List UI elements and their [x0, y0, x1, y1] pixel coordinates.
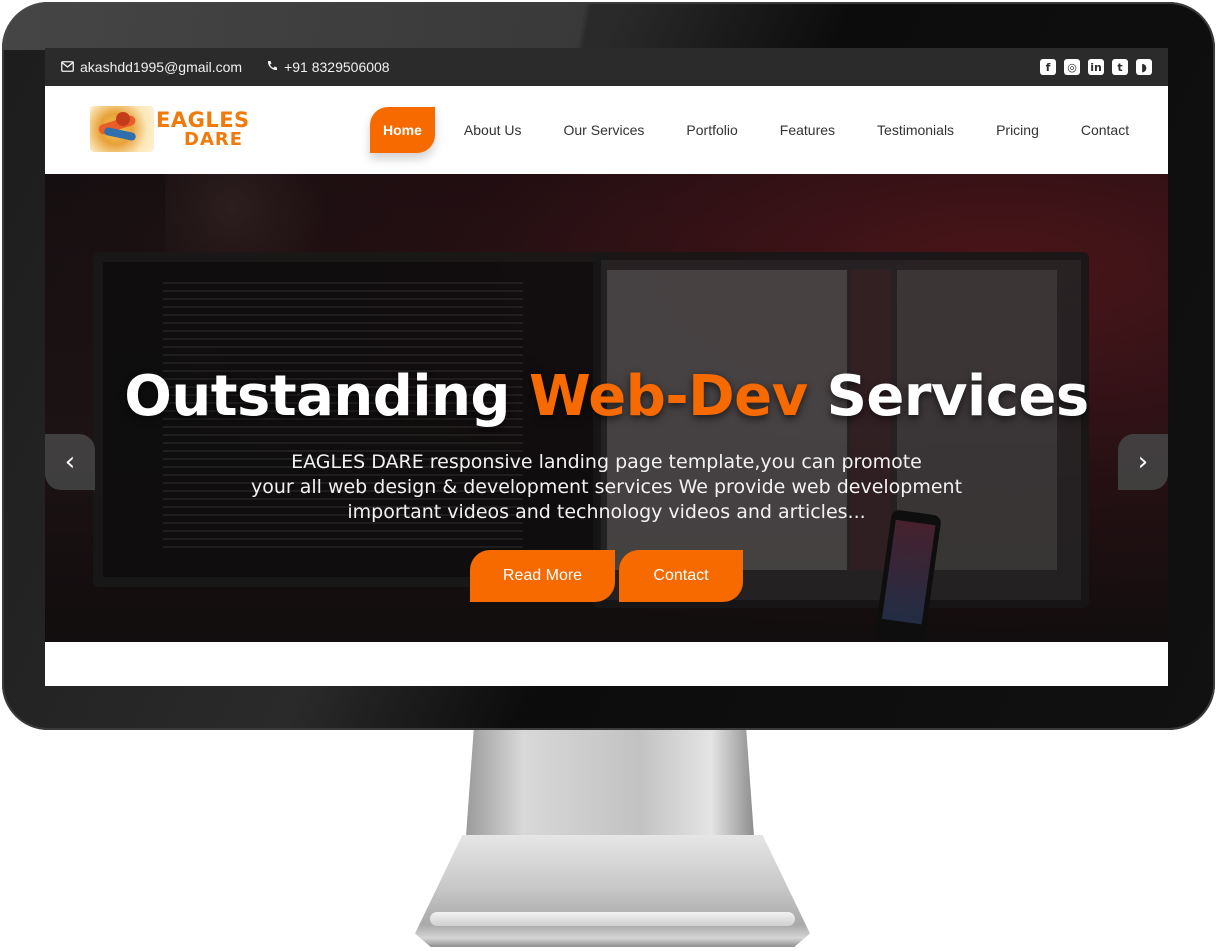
monitor-stand-neck [465, 730, 755, 850]
nav-item-contact[interactable]: Contact [1060, 107, 1150, 153]
site-logo[interactable]: EAGLES DARE [90, 106, 250, 152]
facebook-icon[interactable]: f [1040, 59, 1056, 75]
hero-title-post: Services [807, 364, 1090, 429]
eagle-logo-icon [90, 106, 154, 152]
slider-next-arrow-icon[interactable]: › [1118, 434, 1168, 490]
nav-item-about-us[interactable]: About Us [443, 107, 543, 153]
instagram-icon[interactable]: ◎ [1064, 59, 1080, 75]
hero-slider: Outstanding Web-Dev Services EAGLES DARE… [45, 174, 1168, 642]
nav-item-testimonials[interactable]: Testimonials [856, 107, 975, 153]
hero-buttons: Read More Contact [470, 550, 743, 602]
linkedin-icon[interactable]: in [1088, 59, 1104, 75]
website-screen: akashdd1995@gmail.com +91 8329506008 f ◎… [45, 48, 1168, 686]
hero-description: EAGLES DARE responsive landing page temp… [45, 450, 1168, 525]
hero-description-line-2: your all web design & development servic… [250, 476, 963, 498]
nav-item-home[interactable]: Home [370, 107, 435, 153]
top-bar: akashdd1995@gmail.com +91 8329506008 f ◎… [45, 48, 1168, 86]
social-links: f ◎ in t ◗ [1040, 59, 1152, 75]
nav-menu: Home About Us Our Services Portfolio Fea… [370, 107, 1150, 153]
slider-prev-arrow-icon[interactable]: ‹ [45, 434, 95, 490]
phone-icon [266, 59, 278, 75]
twitter-icon[interactable]: t [1112, 59, 1128, 75]
logo-wordmark: EAGLES DARE [156, 107, 250, 150]
envelope-icon [61, 59, 74, 75]
phone-contact[interactable]: +91 8329506008 [266, 59, 390, 75]
email-contact[interactable]: akashdd1995@gmail.com [61, 59, 242, 75]
hero-title: Outstanding Web-Dev Services [45, 364, 1168, 429]
hero-title-accent: Web-Dev [529, 364, 808, 429]
monitor-stand-highlight [430, 912, 795, 926]
nav-item-features[interactable]: Features [759, 107, 856, 153]
read-more-button[interactable]: Read More [470, 550, 615, 602]
logo-line-1: EAGLES [156, 107, 250, 132]
nav-item-portfolio[interactable]: Portfolio [665, 107, 758, 153]
nav-item-pricing[interactable]: Pricing [975, 107, 1060, 153]
email-text: akashdd1995@gmail.com [80, 59, 243, 75]
hero-description-line-1: EAGLES DARE responsive landing page temp… [291, 451, 922, 473]
logo-line-2: DARE [184, 128, 244, 150]
monitor-gloss [2, 2, 722, 50]
main-navbar: EAGLES DARE Home About Us Our Services P… [45, 86, 1168, 174]
phone-text: +91 8329506008 [284, 59, 390, 75]
rss-icon[interactable]: ◗ [1136, 59, 1152, 75]
contact-button[interactable]: Contact [619, 550, 743, 602]
monitor-stand-base [415, 835, 810, 947]
hero-title-pre: Outstanding [124, 364, 530, 429]
nav-item-our-services[interactable]: Our Services [543, 107, 666, 153]
hero-description-line-3: important videos and technology videos a… [347, 501, 866, 523]
